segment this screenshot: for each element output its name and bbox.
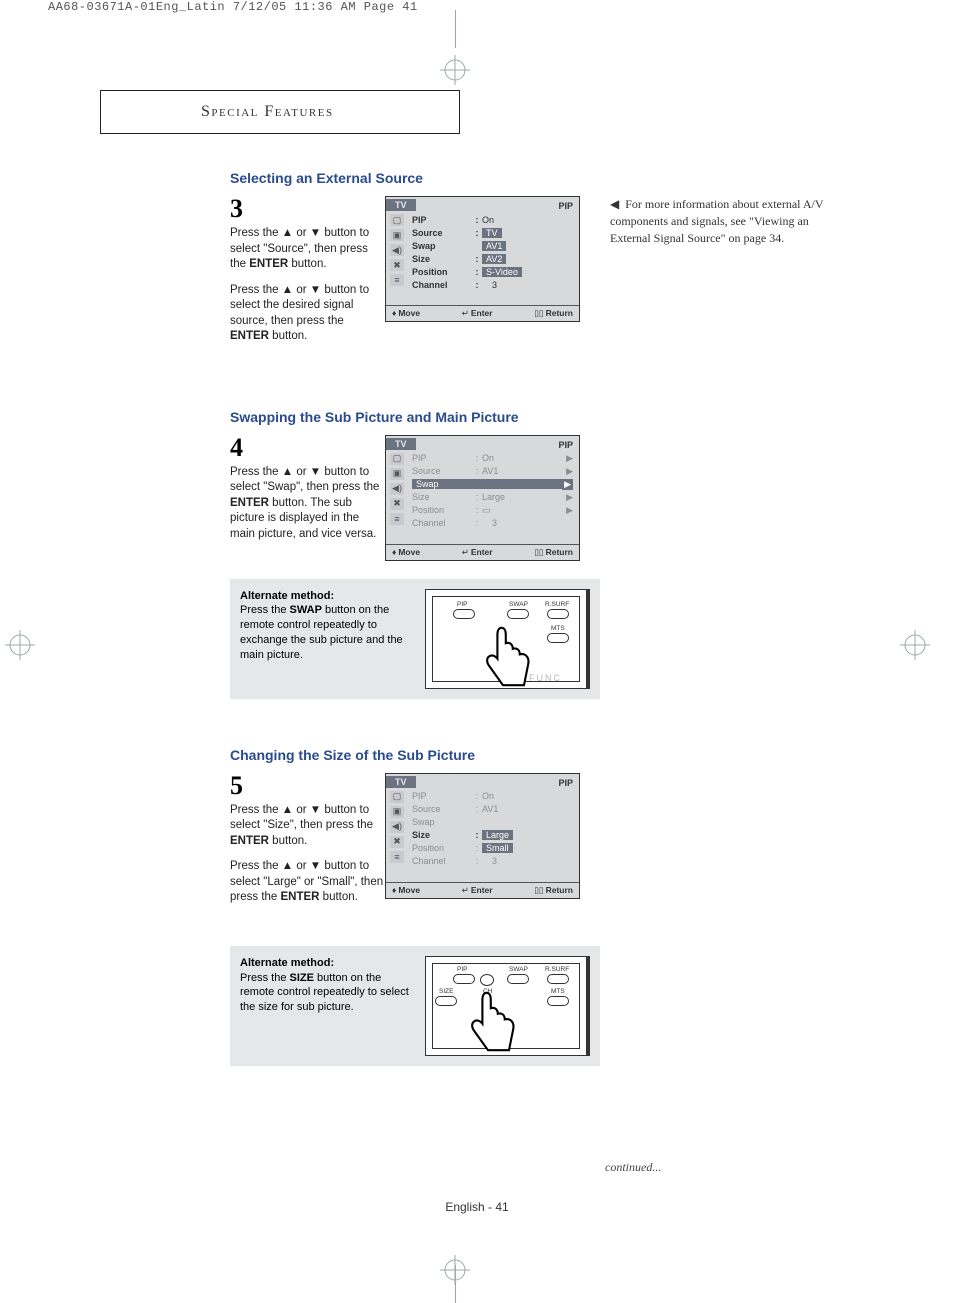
crop-line <box>455 10 456 48</box>
side-note: ◀For more information about external A/V… <box>610 196 830 246</box>
continued-text: continued... <box>605 1160 661 1175</box>
crop-mark-top <box>440 55 470 85</box>
osd-move: ♦Move <box>392 308 420 319</box>
speaker-icon: ◀) <box>390 244 404 256</box>
step-4-para: Press the ▲ or ▼ button to select "Swap"… <box>230 465 385 543</box>
alt-title: Alternate method: <box>240 590 334 602</box>
step-4-text: 4 Press the ▲ or ▼ button to select "Swa… <box>230 435 385 543</box>
step-3-para-1: Press the ▲ or ▼ button to select "Sourc… <box>230 226 385 273</box>
osd-screenshot-4: TV PIP ▢ ▣ ◀) ✖ ≡ PIP:On▶ Source:AV1▶ Sw… <box>385 435 580 561</box>
osd-enter: ↵Enter <box>462 308 493 319</box>
tv-icon: ▢ <box>390 791 404 803</box>
crop-line <box>455 1265 456 1303</box>
display-icon: ▣ <box>390 468 404 480</box>
x-icon: ✖ <box>390 836 404 848</box>
osd-menu-icons: ▢ ▣ ◀) ✖ ≡ <box>386 211 408 305</box>
step-5-para-1: Press the ▲ or ▼ button to select "Size"… <box>230 803 385 850</box>
triangle-left-icon: ◀ <box>610 196 619 213</box>
remote-illustration-size: PIP SWAP R.SURF SIZE CH MTS <box>425 956 590 1056</box>
x-icon: ✖ <box>390 259 404 271</box>
step-3-text: 3 Press the ▲ or ▼ button to select "Sou… <box>230 196 385 345</box>
step-5-para-2: Press the ▲ or ▼ button to select "Large… <box>230 859 385 906</box>
subheading-3: Changing the Size of the Sub Picture <box>230 747 880 763</box>
sliders-icon: ≡ <box>390 851 404 863</box>
alternate-method-swap: Alternate method: Press the SWAP button … <box>230 579 600 699</box>
print-header: AA68-03671A-01Eng_Latin 7/12/05 11:36 AM… <box>48 0 418 14</box>
hand-icon <box>468 625 538 689</box>
speaker-icon: ◀) <box>390 483 404 495</box>
step-number-3: 3 <box>230 196 385 222</box>
osd-screenshot-5: TV PIP ▢ ▣ ◀) ✖ ≡ PIP:On Source:AV1 Swap <box>385 773 580 899</box>
tv-icon: ▢ <box>390 453 404 465</box>
subheading-1: Selecting an External Source <box>230 170 880 186</box>
osd-screenshot-3: TV PIP ▢ ▣ ◀) ✖ ≡ PIP:On Source:TV SwapA… <box>385 196 580 322</box>
section-title: Special Features <box>201 103 334 121</box>
subheading-2: Swapping the Sub Picture and Main Pictur… <box>230 409 880 425</box>
sliders-icon: ≡ <box>390 274 404 286</box>
display-icon: ▣ <box>390 229 404 241</box>
sliders-icon: ≡ <box>390 513 404 525</box>
section-title-box: Special Features <box>100 90 460 134</box>
step-number-5: 5 <box>230 773 385 799</box>
alternate-method-size: Alternate method: Press the SIZE button … <box>230 946 600 1066</box>
step-3-para-2: Press the ▲ or ▼ button to select the de… <box>230 283 385 345</box>
remote-illustration-swap: PIP SWAP R.SURF MTS FUNC <box>425 589 590 689</box>
speaker-icon: ◀) <box>390 821 404 833</box>
page-number: English - 41 <box>0 1200 954 1214</box>
crop-mark-left <box>5 630 35 660</box>
step-5-text: 5 Press the ▲ or ▼ button to select "Siz… <box>230 773 385 906</box>
hand-icon <box>453 990 523 1056</box>
display-icon: ▣ <box>390 806 404 818</box>
x-icon: ✖ <box>390 498 404 510</box>
osd-tv-badge: TV <box>386 199 416 211</box>
tv-icon: ▢ <box>390 214 404 226</box>
crop-mark-right <box>900 630 930 660</box>
step-number-4: 4 <box>230 435 385 461</box>
osd-title: PIP <box>558 199 573 211</box>
osd-return: ▯▯Return <box>534 308 573 319</box>
